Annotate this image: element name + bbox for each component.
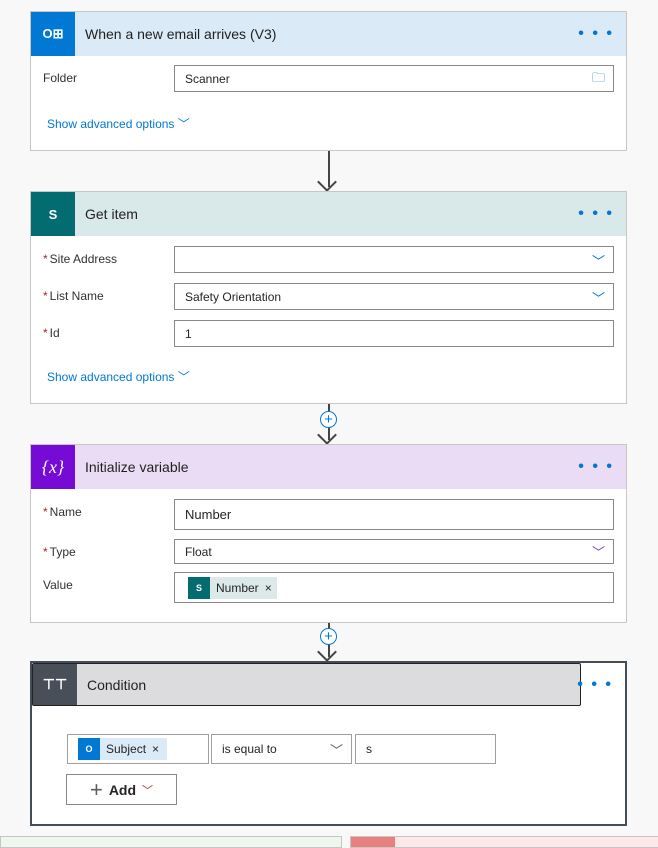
chevron-down-icon[interactable]: ﹀ [592,288,605,307]
condition-title: Condition [87,676,147,693]
get-item-title: Get item [85,206,138,222]
dynamic-content-token[interactable]: S Number × [188,576,277,599]
folder-label: Folder [43,71,78,85]
trigger-title: When a new email arrives (V3) [85,26,277,42]
add-label: Add [108,781,137,798]
operator-dropdown[interactable]: is equal to ﹀ [211,734,352,764]
insert-step-plus-icon[interactable]: + [320,411,337,428]
show-advanced-options[interactable]: Show advanced options ﹀ [47,115,190,132]
condition-left-operand[interactable]: O Subject × [67,734,209,764]
list-name-label: * List Name [43,289,104,303]
id-value: 1 [185,326,192,341]
chevron-down-icon[interactable]: ﹀ [592,542,605,561]
id-label: * Id [43,326,60,340]
list-name-dropdown[interactable]: Safety Orientation ﹀ [174,283,614,310]
plus-icon: + [89,776,103,802]
show-advanced-options[interactable]: Show advanced options ﹀ [47,368,190,385]
trigger-card: O⊞ When a new email arrives (V3) • • • F… [30,11,627,151]
type-dropdown[interactable]: Float ﹀ [174,539,614,564]
more-options-icon[interactable]: • • • [577,676,613,694]
token-label: Subject [106,742,147,756]
condition-icon: ⊤⊤ [33,664,77,705]
sharepoint-icon: S [31,192,75,236]
name-value: Number [185,507,232,522]
remove-token-icon[interactable]: × [152,742,167,756]
site-address-label: * Site Address [43,252,118,266]
folder-value: Scanner [185,71,230,86]
trigger-header[interactable]: O⊞ When a new email arrives (V3) • • • [31,12,626,56]
arrow-down-icon [317,425,337,445]
if-yes-branch [0,836,342,848]
token-label: Number [216,580,259,595]
folder-input[interactable]: Scanner 🗀 [174,65,614,92]
arrow-down-icon [317,172,337,192]
site-address-dropdown[interactable]: ﹀ [174,246,614,273]
variable-icon: {x} [31,445,75,489]
value-label: Value [43,578,73,592]
right-value: s [366,742,372,756]
condition-right-operand[interactable]: s [355,734,496,764]
condition-header[interactable]: ⊤⊤ Condition [32,663,581,706]
value-input[interactable]: S Number × [174,572,614,603]
advanced-label: Show advanced options [47,117,175,131]
advanced-label: Show advanced options [47,370,175,384]
outlook-icon: O [78,738,100,760]
operator-value: is equal to [222,742,277,756]
chevron-down-icon[interactable]: ﹀ [592,251,605,270]
more-options-icon[interactable]: • • • [578,205,614,223]
init-var-header[interactable]: {x} Initialize variable • • • [31,445,626,489]
chevron-down-icon: ﹀ [177,370,190,384]
more-options-icon[interactable]: • • • [578,25,614,43]
if-no-branch [350,836,658,848]
arrow-down-icon [317,642,337,662]
init-var-title: Initialize variable [85,459,189,475]
initialize-variable-card: {x} Initialize variable • • • * Name Numb… [30,444,627,623]
condition-card: ⊤⊤ Condition • • • O Subject × is equal to… [30,661,627,826]
list-value: Safety Orientation [185,289,282,304]
outlook-icon: O⊞ [31,12,75,56]
folder-icon[interactable]: 🗀 [592,69,605,91]
chevron-down-icon: ﹀ [142,784,154,797]
sharepoint-icon: S [188,576,210,599]
dynamic-content-token[interactable]: O Subject × [78,738,168,760]
if-no-icon [351,837,395,847]
insert-step-plus-icon[interactable]: + [320,628,337,645]
type-label: * Type [43,545,76,559]
get-item-card: S Get item • • • * Site Address ﹀ * List N… [30,191,627,404]
name-label: * Name [43,505,82,519]
name-input[interactable]: Number [174,499,614,530]
get-item-header[interactable]: S Get item • • • [31,192,626,236]
chevron-down-icon: ﹀ [177,117,190,131]
chevron-down-icon[interactable]: ﹀ [330,740,343,759]
remove-token-icon[interactable]: × [265,581,277,595]
id-input[interactable]: 1 [174,320,614,347]
add-button[interactable]: + Add ﹀ [66,774,177,805]
type-value: Float [185,544,212,559]
more-options-icon[interactable]: • • • [578,458,614,476]
